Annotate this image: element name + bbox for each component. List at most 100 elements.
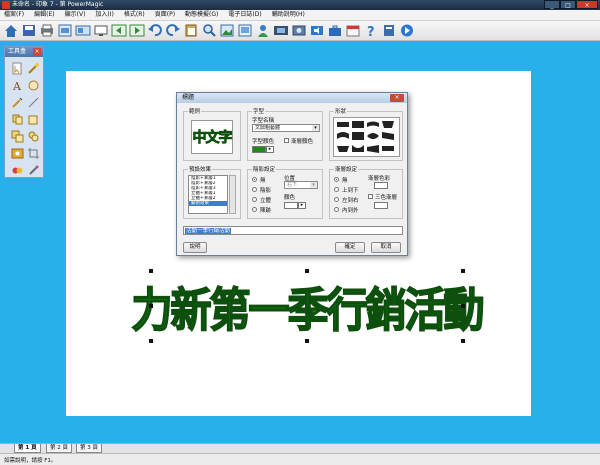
page-tab-2[interactable]: 第 2 頁 [46,444,72,453]
cancel-button[interactable]: 取消 [371,242,401,253]
gradient-color-swatch[interactable] [374,182,388,189]
text-tool-icon[interactable]: A [11,79,24,93]
gradient-settings-label: 漸層設定 [334,165,359,173]
group-tool-icon[interactable] [11,130,24,143]
screen-icon[interactable] [93,23,109,38]
shadow-trace-radio[interactable] [252,207,257,212]
page-tab-1[interactable]: 第 1 頁 [14,444,41,453]
resize-handle-left[interactable] [149,304,153,308]
ellipse-tool-icon[interactable] [27,79,40,92]
shadow-3d-radio[interactable] [252,197,257,202]
minimize-button[interactable]: _ [544,0,560,9]
run-icon[interactable] [399,23,415,38]
shadow-position-select[interactable]: 右下 ▾ [284,181,318,189]
menu-view[interactable]: 顯示(V) [61,10,92,20]
photo-icon[interactable] [291,23,307,38]
line-tool-icon[interactable] [27,96,40,109]
close-button[interactable]: × [576,0,598,9]
list-item-selected[interactable]: 藝術效果 [189,201,227,206]
maximize-button[interactable]: □ [560,0,576,9]
play-back-icon[interactable] [111,23,127,38]
paste-icon[interactable] [183,23,199,38]
menu-insert[interactable]: 加入(I) [91,10,119,20]
color-tool-icon[interactable] [11,164,24,177]
slides-icon[interactable] [75,23,91,38]
dialog-close-button[interactable]: × [390,94,404,102]
shape-gallery[interactable] [333,117,400,157]
calendar-icon[interactable] [345,23,361,38]
preset-scrollbar[interactable] [229,175,236,214]
menu-file[interactable]: 檔案(F) [0,10,30,20]
rotate-tool-icon[interactable] [27,113,40,126]
resize-handle-bottom[interactable] [305,339,309,343]
briefcase-icon[interactable] [327,23,343,38]
ok-button[interactable]: 確定 [335,242,365,253]
chevron-down-icon: ▾ [310,182,317,188]
three-color-swatch[interactable] [374,202,388,209]
title-text-input[interactable]: 活動一季行銷活動 [183,226,403,235]
help-icon[interactable]: ? [363,23,379,40]
image-icon[interactable] [219,23,235,38]
redo-icon[interactable] [165,23,181,38]
gradient-none-radio[interactable] [334,177,339,182]
page-tab-3[interactable]: 第 3 頁 [76,444,102,453]
menu-format[interactable]: 格式(R) [120,10,151,20]
menu-animation[interactable]: 動態模擬(G) [181,10,224,20]
menu-page[interactable]: 頁面(P) [151,10,181,20]
three-color-gradient-checkbox[interactable] [368,194,373,199]
menu-ejournal[interactable]: 電子日誌(D) [224,10,267,20]
ungroup-tool-icon[interactable] [27,130,40,143]
resize-handle-top-right[interactable] [461,269,465,273]
shadow-drop-radio[interactable] [252,187,257,192]
resize-handle-top[interactable] [305,269,309,273]
resize-handle-top-left[interactable] [149,269,153,273]
gradient-top-bottom-label: 上到下 [342,188,359,194]
preview-icon[interactable] [57,23,73,38]
magic-wand-icon[interactable] [27,62,40,75]
preset-effect-list[interactable]: 陰影+漸層1 陰影+漸層2 陰影+漸層3 立體+漸層1 立體+漸層2 藝術效果 [188,175,228,214]
undo-icon[interactable] [147,23,163,38]
select-tool-icon[interactable] [11,62,24,75]
shadow-color-swatch[interactable] [284,202,298,209]
menu-bar: 檔案(F) 編輯(E) 顯示(V) 加入(I) 格式(R) 頁面(P) 動態模擬… [0,10,600,21]
home-icon[interactable] [3,23,19,38]
play-forward-icon[interactable] [129,23,145,38]
preset-effect-label: 預設效果 [188,165,213,173]
gradient-color-checkbox[interactable] [284,138,289,143]
font-name-select[interactable]: 文鼎粗藝體 ▾ [252,124,320,132]
menu-help[interactable]: 輔助說明(H) [268,10,311,20]
shadow-none-radio[interactable] [252,177,257,182]
status-text: 如需說明，請按 F1。 [4,458,57,464]
menu-edit[interactable]: 編輯(E) [30,10,60,20]
user-icon[interactable] [255,23,271,38]
manual-icon[interactable] [381,23,397,38]
album-icon[interactable] [237,23,253,38]
resize-handle-bottom-left[interactable] [149,339,153,343]
gradient-left-right-label: 左到右 [342,198,359,204]
font-color-picker-button[interactable]: ▸ [266,146,274,153]
film-icon[interactable] [273,23,289,38]
app-icon [2,1,10,9]
zoom-icon[interactable] [201,23,217,38]
save-icon[interactable] [21,23,37,38]
resize-handle-right[interactable] [461,304,465,308]
toolbox-close-button[interactable]: × [33,48,41,56]
picture-tool-icon[interactable] [11,147,24,160]
gradient-top-bottom-radio[interactable] [334,187,339,192]
help-button[interactable]: 說明 [183,242,207,253]
gradient-inside-out-radio[interactable] [334,207,339,212]
font-group-label: 字型 [252,107,266,115]
resize-handle-bottom-right[interactable] [461,339,465,343]
gradient-left-right-radio[interactable] [334,197,339,202]
pen-tool-icon[interactable] [11,96,24,109]
gradient-color-label: 漸層色彩 [368,176,391,182]
headline-textbox[interactable]: 力新第一季行銷活動 [131,271,486,341]
font-color-swatch[interactable] [252,146,266,153]
crop-tool-icon[interactable] [27,147,40,160]
shadow-color-picker-button[interactable]: ▸ [298,202,306,209]
print-icon[interactable] [39,23,55,38]
sample-group-label: 範例 [188,107,202,115]
sound-icon[interactable] [309,23,325,38]
copy-tool-icon[interactable] [11,113,24,126]
eyedropper-tool-icon[interactable] [27,164,40,177]
